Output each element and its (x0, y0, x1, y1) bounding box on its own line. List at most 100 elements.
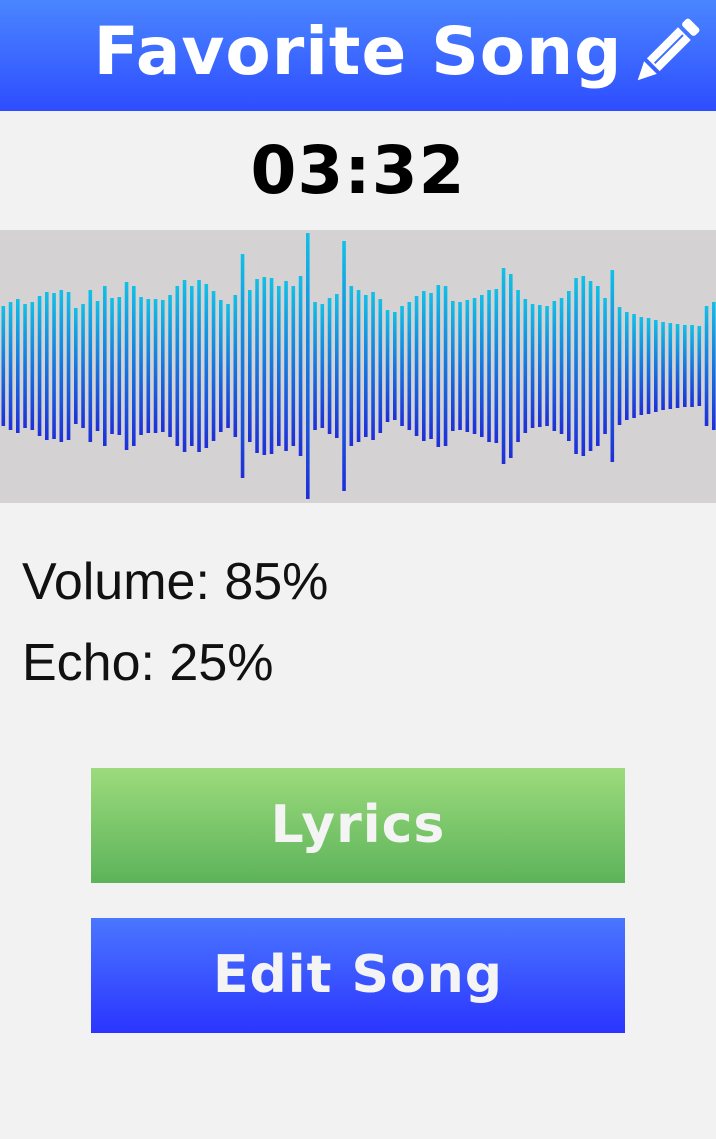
waveform-bar (124, 282, 129, 450)
waveform-bar (23, 304, 27, 428)
waveform-bar (509, 274, 513, 458)
waveform-bar (219, 300, 223, 432)
waveform-bar (103, 286, 107, 446)
waveform-bar (298, 276, 303, 456)
waveform-bar (240, 254, 245, 478)
waveform-bar (501, 268, 506, 464)
waveform-bar (74, 308, 78, 424)
waveform-bar (625, 312, 629, 420)
waveform-bar (190, 286, 194, 446)
waveform-bar (88, 290, 93, 442)
waveform-bar (617, 307, 622, 425)
waveform-bar (335, 294, 339, 438)
waveform-bar (581, 276, 586, 456)
waveform-bar (675, 324, 680, 408)
song-title: Favorite Song (93, 13, 623, 90)
lyrics-button[interactable]: Lyrics (91, 768, 625, 883)
waveform-bar (16, 299, 20, 433)
waveform-bar (385, 310, 390, 422)
waveform-bar (574, 278, 578, 454)
waveform-bar (175, 286, 180, 446)
waveform-bar (8, 302, 13, 430)
waveform-bar (291, 286, 296, 446)
waveform-bar (414, 296, 419, 436)
waveform-bar (378, 299, 383, 433)
waveform-bar (472, 298, 477, 434)
waveform-bar (342, 241, 346, 491)
volume-label: Volume: 85% (22, 553, 329, 611)
waveform-bar (182, 280, 187, 452)
waveform-bar (320, 304, 325, 428)
waveform-bar (313, 302, 317, 430)
waveform-bar (552, 301, 557, 431)
waveform-bar (66, 292, 71, 440)
waveform-bar (269, 278, 274, 454)
waveform-bar (683, 325, 687, 407)
waveform-bar (545, 306, 549, 426)
audio-waveform[interactable] (0, 230, 716, 503)
waveform-bar (632, 314, 636, 418)
waveform-bar (712, 302, 716, 430)
waveform-bar (407, 302, 412, 430)
waveform-bar (211, 291, 216, 441)
playback-time: 03:32 (250, 132, 466, 209)
waveform-bar (277, 286, 281, 446)
waveform-bar (327, 298, 332, 434)
waveform-graphic (1, 233, 716, 499)
waveform-bar (588, 281, 593, 451)
waveform-bar (393, 312, 397, 420)
waveform-bar (248, 290, 252, 442)
waveform-bar (603, 298, 607, 434)
waveform-bar (654, 320, 658, 412)
waveform-bar (697, 326, 702, 406)
waveform-bar (458, 302, 462, 430)
waveform-bar (233, 295, 238, 437)
waveform-bar (255, 279, 259, 453)
waveform-bar (45, 292, 49, 440)
header-bar: Favorite Song (0, 0, 716, 111)
waveform-bar (59, 290, 64, 442)
waveform-bar (132, 286, 136, 446)
waveform-bar (37, 296, 42, 436)
waveform-bar (487, 290, 491, 442)
waveform-bar (538, 305, 542, 427)
waveform-bar (451, 301, 455, 431)
waveform-bar (610, 270, 615, 462)
waveform-bar (465, 300, 470, 432)
waveform-bar (567, 291, 571, 441)
waveform-bar (494, 289, 499, 443)
waveform-bar (139, 297, 143, 435)
waveform-bar (596, 286, 600, 446)
waveform-bar (306, 233, 310, 499)
waveform-bar (661, 322, 665, 410)
waveform-bar (168, 295, 172, 437)
waveform-bar (516, 290, 520, 442)
waveform-bar (523, 299, 528, 433)
waveform-bar (530, 304, 535, 428)
waveform-bar (30, 302, 35, 430)
waveform-bar (204, 284, 209, 448)
edit-song-button[interactable]: Edit Song (91, 918, 625, 1033)
waveform-bar (646, 318, 651, 414)
waveform-bar (480, 295, 484, 437)
waveform-bar (364, 295, 368, 437)
waveform-bar (146, 299, 151, 433)
waveform-bar (400, 306, 404, 426)
waveform-bar (356, 290, 361, 442)
waveform-bar (559, 298, 564, 434)
waveform-bar (262, 277, 267, 455)
echo-label: Echo: 25% (22, 634, 274, 692)
waveform-bar (226, 304, 230, 428)
waveform-bar (436, 285, 441, 447)
waveform-bar (284, 281, 288, 451)
waveform-bar (668, 323, 673, 409)
waveform-bar (371, 292, 375, 440)
waveform-bar (639, 317, 644, 415)
waveform-bar (52, 293, 56, 439)
waveform-bar (110, 298, 114, 434)
waveform-bar (95, 301, 100, 431)
pencil-icon[interactable] (626, 12, 706, 92)
waveform-bar (443, 286, 448, 446)
waveform-bar (153, 299, 158, 433)
waveform-bar (161, 300, 165, 432)
